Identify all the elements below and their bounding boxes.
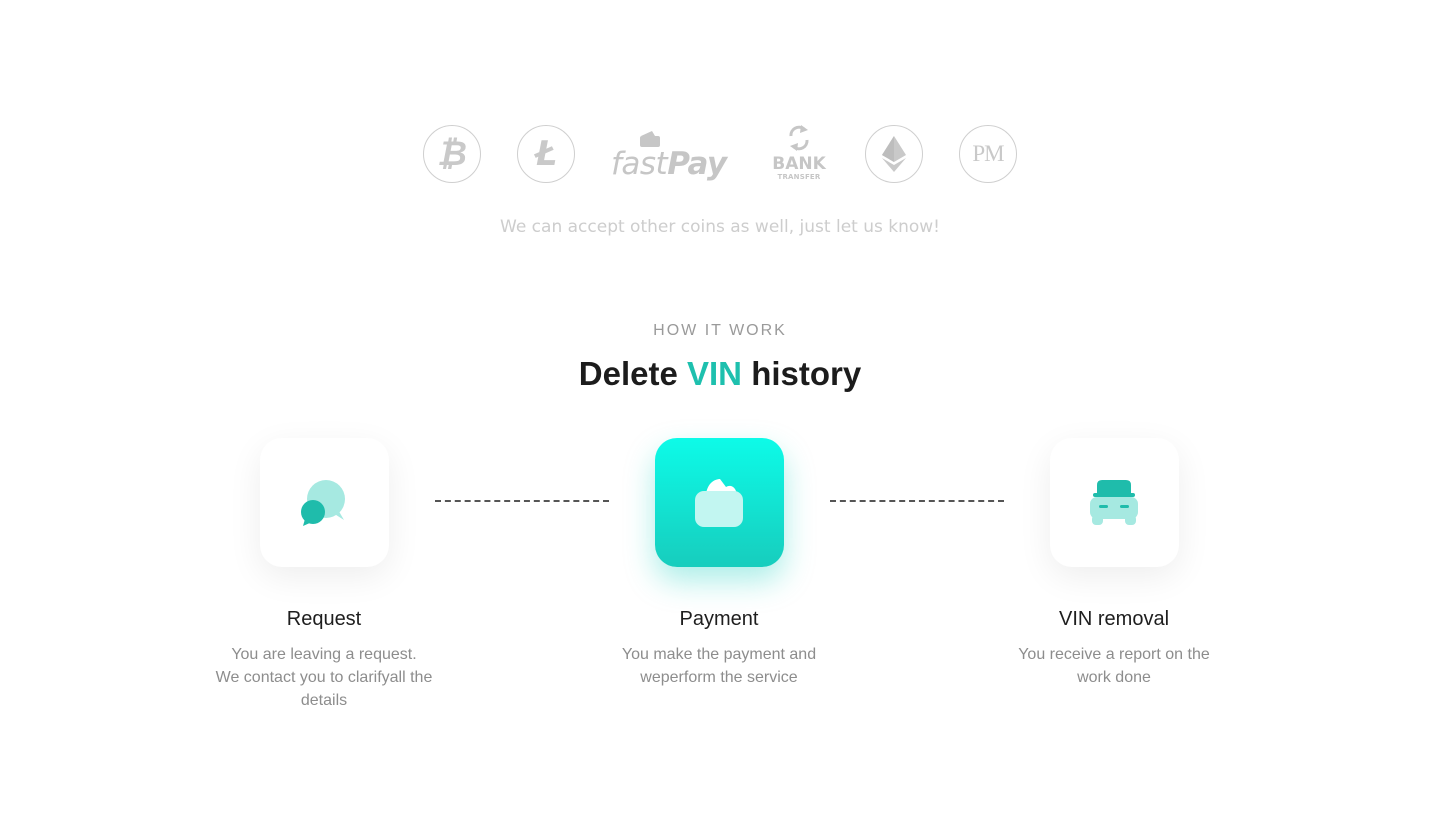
step-connector [435,500,609,502]
transfer-arrows-icon [789,125,809,151]
title-accent: VIN [687,355,743,392]
step-title: Request [286,608,362,630]
ethereum-icon [865,125,923,183]
step-description: You are leaving a request. We contact yo… [215,646,433,709]
request-card [259,438,389,567]
chat-bubbles-icon [301,479,345,526]
step-description: You receive a report on the work done [1018,646,1210,686]
payment-methods-row: ₿ Ł fastPay BANK TRANSFER PM [0,124,1440,184]
car-icon [1090,479,1138,525]
step-payment: Payment You make the payment and weperfo… [589,438,849,689]
bank-transfer-logo: BANK TRANSFER [769,124,829,184]
wallet-icon [640,131,660,147]
wallet-icon [695,478,743,527]
step-title: Payment [679,608,759,630]
perfect-money-icon: PM [959,125,1017,183]
step-connector [830,500,1004,502]
bitcoin-icon: ₿ [423,125,481,183]
payment-card [654,438,784,567]
step-request: Request You are leaving a request. We co… [194,438,454,712]
step-vin-removal: VIN removal You receive a report on the … [984,438,1244,689]
step-title: VIN removal [1058,608,1170,630]
litecoin-icon: Ł [517,125,575,183]
vin-removal-card [1049,438,1179,567]
fastpay-logo: fastPay [611,124,733,184]
other-coins-note: We can accept other coins as well, just … [500,217,940,237]
step-description: You make the payment and weperform the s… [621,646,817,686]
section-title: Delete VIN history [578,355,862,392]
fastpay-wordmark: fastPay [611,146,727,182]
section-eyebrow: HOW IT WORK [653,322,787,339]
